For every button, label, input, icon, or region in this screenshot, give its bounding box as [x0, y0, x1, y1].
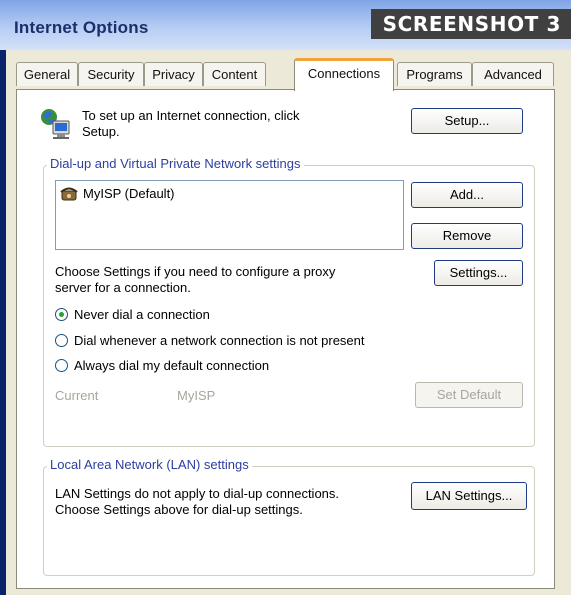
- lan-text-line2: Choose Settings above for dial-up settin…: [55, 502, 303, 517]
- tab-general[interactable]: General: [16, 62, 78, 86]
- setup-text-line2: Setup.: [82, 124, 120, 139]
- connections-panel: To set up an Internet connection, click …: [16, 89, 555, 589]
- setup-text-line1: To set up an Internet connection, click: [82, 108, 300, 123]
- setup-button[interactable]: Setup...: [411, 108, 523, 134]
- current-label: Current: [55, 388, 99, 403]
- lan-text-line1: LAN Settings do not apply to dial-up con…: [55, 486, 340, 501]
- set-default-button[interactable]: Set Default: [415, 382, 523, 408]
- lan-description: LAN Settings do not apply to dial-up con…: [55, 486, 339, 518]
- remove-button[interactable]: Remove: [411, 223, 523, 249]
- connection-list-item[interactable]: MyISP (Default): [60, 184, 175, 204]
- radio-button[interactable]: [55, 334, 68, 347]
- radio-button[interactable]: [55, 359, 68, 372]
- tab-privacy[interactable]: Privacy: [144, 62, 203, 86]
- screenshot-badge: SCREENSHOT 3: [370, 9, 571, 39]
- radio-label: Always dial my default connection: [74, 358, 270, 373]
- radio-button-selected[interactable]: [55, 308, 68, 321]
- dialup-connection-icon: [60, 186, 78, 202]
- lan-group-legend: Local Area Network (LAN) settings: [47, 457, 252, 472]
- proxy-settings-button[interactable]: Settings...: [434, 260, 523, 286]
- add-button[interactable]: Add...: [411, 182, 523, 208]
- connection-name: MyISP (Default): [83, 186, 175, 201]
- tab-connections[interactable]: Connections: [294, 58, 394, 91]
- dialup-group-legend: Dial-up and Virtual Private Network sett…: [47, 156, 304, 171]
- tab-programs[interactable]: Programs: [397, 62, 472, 86]
- window-title: Internet Options: [14, 18, 149, 37]
- tab-advanced[interactable]: Advanced: [472, 62, 554, 86]
- radio-label: Dial whenever a network connection is no…: [74, 333, 365, 348]
- connections-list[interactable]: MyISP (Default): [55, 180, 404, 250]
- lan-settings-button[interactable]: LAN Settings...: [411, 482, 527, 510]
- tab-content[interactable]: Content: [203, 62, 266, 86]
- title-bar: Internet Options SCREENSHOT 3: [0, 0, 571, 50]
- proxy-text-line2: server for a connection.: [55, 280, 191, 295]
- proxy-description: Choose Settings if you need to configure…: [55, 264, 335, 296]
- tab-security[interactable]: Security: [78, 62, 144, 86]
- setup-description: To set up an Internet connection, click …: [82, 108, 300, 140]
- window-edge: [0, 50, 6, 595]
- radio-label: Never dial a connection: [74, 307, 210, 322]
- internet-options-dialog: Internet Options SCREENSHOT 3 General Se…: [0, 0, 571, 595]
- network-computer-icon: [39, 107, 73, 141]
- proxy-text-line1: Choose Settings if you need to configure…: [55, 264, 336, 279]
- current-connection-value: MyISP: [177, 388, 216, 403]
